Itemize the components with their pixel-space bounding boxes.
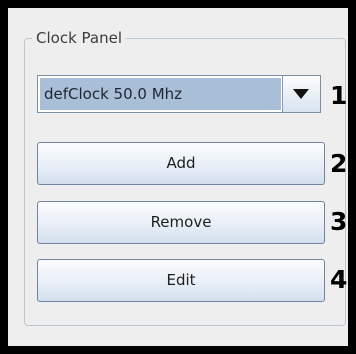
clock-select-value: defClock 50.0 Mhz [40, 78, 281, 110]
edit-button[interactable]: Edit [37, 259, 325, 302]
annotation-4: 4 [330, 265, 348, 294]
clock-select-dropdown-button[interactable] [282, 76, 320, 112]
annotation-1: 1 [330, 81, 348, 110]
clock-select[interactable]: defClock 50.0 Mhz [37, 75, 321, 113]
clock-panel-title: Clock Panel [32, 29, 126, 47]
annotation-2: 2 [330, 149, 348, 178]
chevron-down-icon [293, 89, 309, 99]
annotation-3: 3 [330, 207, 348, 236]
add-button[interactable]: Add [37, 142, 325, 185]
remove-button[interactable]: Remove [37, 201, 325, 244]
